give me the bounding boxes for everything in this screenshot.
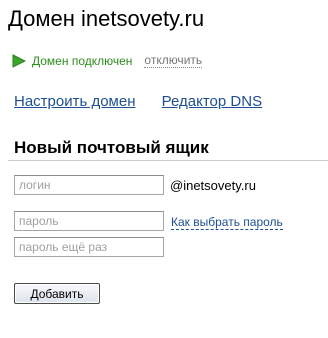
play-triangle-icon <box>12 54 27 68</box>
domain-status: Домен подключен отключить <box>12 53 203 69</box>
page-title: Домен inetsovety.ru <box>8 6 205 31</box>
disconnect-link[interactable]: отключить <box>144 54 203 68</box>
domain-suffix: @inetsovety.ru <box>170 178 256 193</box>
password-input[interactable] <box>14 211 164 231</box>
add-mailbox-button[interactable]: Добавить <box>14 283 100 304</box>
configure-domain-link[interactable]: Настроить домен <box>14 93 136 110</box>
domain-status-text: Домен подключен <box>32 54 133 68</box>
password-repeat-input[interactable] <box>14 237 164 257</box>
new-mailbox-title: Новый почтовый ящик <box>14 138 209 157</box>
password-help-link[interactable]: Как выбрать пароль <box>171 215 283 230</box>
domain-nav: Настроить домен Редактор DNS <box>14 93 262 111</box>
dns-editor-link[interactable]: Редактор DNS <box>162 93 262 110</box>
section-divider <box>8 160 328 161</box>
login-input[interactable] <box>14 175 164 195</box>
